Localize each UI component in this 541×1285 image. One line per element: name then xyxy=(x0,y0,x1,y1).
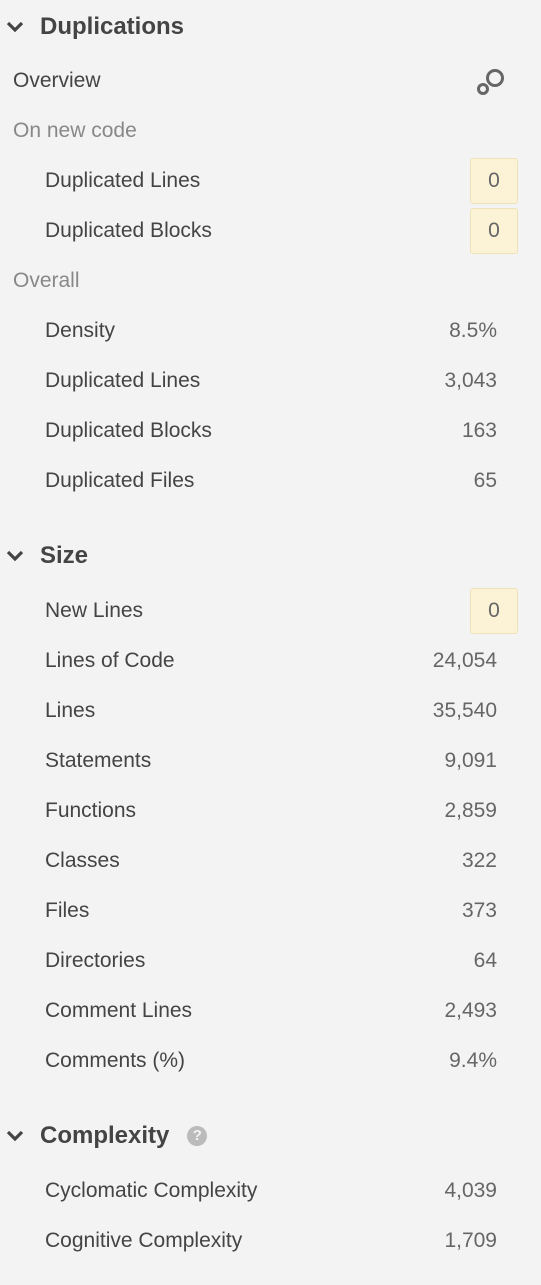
metric-label: Duplicated Blocks xyxy=(45,419,212,442)
metric-label: Classes xyxy=(45,849,120,872)
metric-row[interactable]: Cyclomatic Complexity 4,039 xyxy=(0,1166,541,1216)
metric-row[interactable]: Files 373 xyxy=(0,886,541,936)
complexity-header[interactable]: Complexity ? xyxy=(0,1111,541,1161)
chevron-down-icon[interactable] xyxy=(0,550,40,562)
metric-value[interactable]: 3,043 xyxy=(444,369,497,393)
metric-value-badge[interactable]: 0 xyxy=(470,158,518,204)
metric-value-badge[interactable]: 0 xyxy=(470,208,518,254)
metric-value[interactable]: 65 xyxy=(474,469,497,493)
metric-row[interactable]: Duplicated Blocks 163 xyxy=(0,406,541,456)
metric-row[interactable]: Duplicated Blocks 0 xyxy=(0,206,541,256)
metric-value[interactable]: 4,039 xyxy=(444,1179,497,1203)
bubble-chart-icon[interactable] xyxy=(476,68,506,102)
metric-row[interactable]: New Lines 0 xyxy=(0,586,541,636)
metric-label: Density xyxy=(45,319,116,342)
subheader-on-new-code: On new code xyxy=(0,106,541,156)
metric-row[interactable]: Density 8.5% xyxy=(0,306,541,356)
metric-value-badge[interactable]: 0 xyxy=(470,588,518,634)
metric-row[interactable]: Duplicated Lines 0 xyxy=(0,156,541,206)
metric-value[interactable]: 24,054 xyxy=(433,649,497,673)
metric-value[interactable]: 322 xyxy=(462,849,497,873)
overview-label: Overview xyxy=(13,69,101,92)
metric-row[interactable]: Duplicated Lines 3,043 xyxy=(0,356,541,406)
metric-label: Duplicated Lines xyxy=(45,369,201,392)
metric-row[interactable]: Cognitive Complexity 1,709 xyxy=(0,1216,541,1266)
help-icon[interactable]: ? xyxy=(187,1126,208,1146)
duplications-header[interactable]: Duplications xyxy=(0,2,541,52)
metric-row[interactable]: Functions 2,859 xyxy=(0,786,541,836)
metric-label: Cyclomatic Complexity xyxy=(45,1179,258,1202)
metric-value[interactable]: 9,091 xyxy=(444,749,497,773)
metric-value[interactable]: 373 xyxy=(462,899,497,923)
metric-row[interactable]: Comment Lines 2,493 xyxy=(0,986,541,1036)
metric-label: Files xyxy=(45,899,90,922)
metric-value[interactable]: 2,493 xyxy=(444,999,497,1023)
metric-value[interactable]: 64 xyxy=(474,949,497,973)
subheader-label: Overall xyxy=(13,269,80,292)
chevron-down-icon[interactable] xyxy=(0,1130,40,1142)
size-header[interactable]: Size xyxy=(0,531,541,581)
overview-link[interactable]: Overview xyxy=(0,56,541,106)
complexity-section: Complexity ? Cyclomatic Complexity 4,039 … xyxy=(0,1086,541,1266)
metric-row[interactable]: Duplicated Files 65 xyxy=(0,456,541,506)
section-title: Complexity xyxy=(40,1122,170,1149)
metric-label: Lines of Code xyxy=(45,649,175,672)
metric-label: Duplicated Lines xyxy=(45,169,201,192)
subheader-label: On new code xyxy=(13,119,137,142)
metric-label: Lines xyxy=(45,699,96,722)
section-title: Size xyxy=(40,542,89,569)
metric-value[interactable]: 35,540 xyxy=(433,699,497,723)
metric-row[interactable]: Classes 322 xyxy=(0,836,541,886)
metric-row[interactable]: Lines of Code 24,054 xyxy=(0,636,541,686)
metric-value[interactable]: 1,709 xyxy=(444,1229,497,1253)
chevron-down-icon[interactable] xyxy=(0,21,40,33)
metric-row[interactable]: Statements 9,091 xyxy=(0,736,541,786)
metric-value[interactable]: 163 xyxy=(462,419,497,443)
metric-label: Duplicated Files xyxy=(45,469,195,492)
metric-label: Statements xyxy=(45,749,152,772)
metric-value[interactable]: 9.4% xyxy=(449,1049,497,1073)
metric-label: Cognitive Complexity xyxy=(45,1229,243,1252)
metric-label: Functions xyxy=(45,799,137,822)
metric-value[interactable]: 2,859 xyxy=(444,799,497,823)
metric-label: Duplicated Blocks xyxy=(45,219,212,242)
metric-row[interactable]: Directories 64 xyxy=(0,936,541,986)
size-section: Size New Lines 0 Lines of Code 24,054 Lin… xyxy=(0,506,541,1086)
metric-label: Comments (%) xyxy=(45,1049,186,1072)
duplications-section: Duplications Overview On new code Duplic… xyxy=(0,0,541,506)
metric-label: Comment Lines xyxy=(45,999,193,1022)
section-title: Duplications xyxy=(40,13,185,40)
metric-row[interactable]: Lines 35,540 xyxy=(0,686,541,736)
metric-label: New Lines xyxy=(45,599,144,622)
metric-label: Directories xyxy=(45,949,146,972)
subheader-overall: Overall xyxy=(0,256,541,306)
metric-row[interactable]: Comments (%) 9.4% xyxy=(0,1036,541,1086)
metric-value[interactable]: 8.5% xyxy=(449,319,497,343)
